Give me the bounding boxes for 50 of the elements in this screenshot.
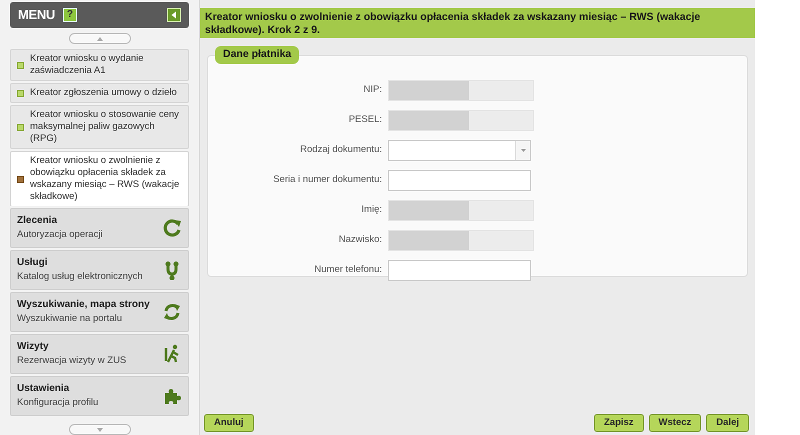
puzzle-icon xyxy=(162,386,182,406)
refresh-icon xyxy=(162,218,182,238)
dropdown-arrow-icon xyxy=(520,149,526,152)
bullet-icon xyxy=(17,176,24,182)
menu-section[interactable]: Wizyty Rezerwacja wizyty w ZUS xyxy=(10,334,189,374)
fieldset-legend: Dane płatnika xyxy=(215,46,300,64)
page-header: Kreator wniosku o zwolnienie z obowiązku opłacenia składek za wskazany miesiąc – RWS (wakacje składkowe). Krok 2 z 9. xyxy=(200,8,755,38)
help-button[interactable]: ? xyxy=(62,8,77,22)
down-arrow-icon xyxy=(96,428,102,432)
scroll-up-button[interactable] xyxy=(68,33,130,44)
submenu-item[interactable]: Kreator wniosku o zwolnienie z obowiązku opłacenia składek za wskazany miesiąc – RWS (wakacje składkowe) xyxy=(10,151,189,206)
field-label: Imię: xyxy=(360,203,383,218)
bullet-icon xyxy=(17,62,24,68)
collapse-icon[interactable] xyxy=(167,8,181,22)
field-label: Numer telefonu: xyxy=(313,263,383,278)
action-button[interactable]: Zapisz xyxy=(594,414,644,432)
menu-section[interactable]: Zlecenia Autoryzacja operacji xyxy=(10,208,189,248)
section-title: Ustawienia xyxy=(17,382,70,396)
input-field[interactable] xyxy=(388,260,531,281)
menu-section[interactable]: Ustawienia Konfiguracja profilu xyxy=(10,376,189,416)
field-label: PESEL: xyxy=(348,113,383,128)
menu-section[interactable]: Usługi Katalog usług elektronicznych xyxy=(10,250,189,290)
section-title: Wizyty xyxy=(17,340,50,354)
section-subtitle: Autoryzacja operacji xyxy=(17,228,104,242)
section-title: Zlecenia xyxy=(17,214,58,228)
section-subtitle: Rezerwacja wizyty w ZUS xyxy=(17,354,128,368)
scroll-down-button[interactable] xyxy=(68,424,130,435)
field-label: Nazwisko: xyxy=(338,233,383,248)
action-button[interactable]: Anuluj xyxy=(204,414,254,432)
section-title: Usługi xyxy=(17,256,49,270)
submenu-item[interactable]: Kreator zgłoszenia umowy o dzieło xyxy=(10,83,189,103)
menu-title: MENU xyxy=(18,6,55,24)
section-subtitle: Konfiguracja profilu xyxy=(17,396,100,410)
bullet-icon xyxy=(17,124,24,130)
input-field[interactable] xyxy=(388,170,531,191)
submenu-item[interactable]: Kreator wniosku o stosowanie ceny maksymalnej paliw gazowych (RPG) xyxy=(10,105,189,149)
section-title: Wyszukiwanie, mapa strony xyxy=(17,298,151,312)
submenu-item[interactable]: Kreator wniosku o wydanie zaświadczenia A1 xyxy=(10,49,189,81)
section-subtitle: Wyszukiwanie na portalu xyxy=(17,312,123,326)
field-label: NIP: xyxy=(362,83,383,98)
action-button[interactable]: Dalej xyxy=(706,414,749,432)
field-label: Rodzaj dokumentu: xyxy=(299,143,383,158)
sync-icon xyxy=(162,302,182,322)
section-subtitle: Katalog usług elektronicznych xyxy=(17,270,144,284)
up-arrow-icon xyxy=(96,36,102,40)
action-button[interactable]: Wstecz xyxy=(648,414,702,432)
bullet-icon xyxy=(17,90,24,96)
field-label: Seria i numer dokumentu: xyxy=(272,173,383,188)
dropdown-field[interactable] xyxy=(388,140,531,161)
menu-section[interactable]: Wyszukiwanie, mapa strony Wyszukiwanie na portalu xyxy=(10,292,189,332)
